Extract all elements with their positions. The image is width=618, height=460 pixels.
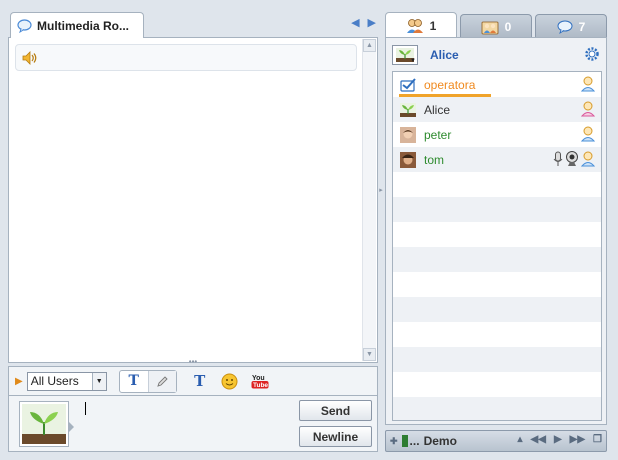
youtube-icon: You Tube xyxy=(251,375,269,389)
chat-messages: ▲ ▼ xyxy=(8,37,378,363)
list-row-empty xyxy=(393,222,601,247)
send-button[interactable]: Send xyxy=(299,400,372,421)
gear-icon[interactable] xyxy=(584,46,600,62)
tab-chats[interactable]: 7 xyxy=(535,14,607,38)
list-row-empty xyxy=(393,197,601,222)
room-tab-label: Multimedia Ro... xyxy=(37,18,130,33)
text-format-button[interactable]: T xyxy=(120,371,148,392)
compose-area: Send Newline xyxy=(8,396,378,452)
expand-arrow-icon[interactable]: ▶ xyxy=(15,376,23,387)
add-icon[interactable]: ✚ xyxy=(390,436,398,447)
list-row-empty xyxy=(393,247,601,272)
text-color-label: T xyxy=(194,372,206,390)
sprout-avatar-icon xyxy=(22,404,66,444)
list-row-empty xyxy=(393,172,601,197)
room-tab[interactable]: Multimedia Ro... xyxy=(10,12,144,38)
message-toolbar: ▶ All Users ▼ T T You Tube xyxy=(8,366,378,396)
format-group: T xyxy=(118,369,177,393)
chat-panel: Multimedia Ro... ◀ ▶ ▲ ▼ ••• ▶ All Users… xyxy=(8,12,378,452)
up-arrow-icon[interactable]: ▴ xyxy=(518,434,523,445)
svg-text:You: You xyxy=(252,375,265,382)
text-cursor xyxy=(85,402,86,415)
vertical-splitter[interactable]: ▸ xyxy=(378,170,384,210)
chevron-down-icon: ▼ xyxy=(410,58,416,64)
users-count: 1 xyxy=(429,18,437,33)
person-icon[interactable] xyxy=(581,126,595,142)
user-icons xyxy=(581,76,595,92)
recipient-select[interactable]: All Users ▼ xyxy=(26,371,107,391)
avatar xyxy=(19,401,74,447)
chat-bubble-icon xyxy=(17,18,32,33)
user-name: operatora xyxy=(424,77,476,92)
newline-button[interactable]: Newline xyxy=(299,426,372,447)
person-icon[interactable] xyxy=(581,76,595,92)
user-panel-tabs: 1 0 7 xyxy=(385,12,607,38)
chat-scrollbar[interactable]: ▲ ▼ xyxy=(362,39,376,361)
tab-users[interactable]: 1 xyxy=(385,12,457,38)
photo-avatar-icon xyxy=(400,151,416,168)
room-indicator-icon xyxy=(401,435,408,447)
smiley-icon xyxy=(221,373,238,389)
recipient-value: All Users xyxy=(30,374,79,388)
user-icons xyxy=(581,126,595,142)
prev-tab-icon[interactable]: ◀ xyxy=(351,16,359,29)
list-item[interactable]: peter xyxy=(393,122,601,147)
my-name: Alice xyxy=(430,48,459,62)
user-name: tom xyxy=(424,152,445,167)
tab-nav: ◀ ▶ xyxy=(351,16,376,29)
user-icons xyxy=(581,101,595,117)
microphone-icon[interactable] xyxy=(553,151,563,167)
message-input[interactable] xyxy=(79,400,291,448)
chevron-down-icon: ▼ xyxy=(91,372,106,390)
speaker-icon[interactable] xyxy=(22,50,38,65)
person-pink-icon[interactable] xyxy=(581,101,595,117)
user-icons xyxy=(553,151,595,167)
sprout-avatar-icon xyxy=(400,102,416,118)
room-bar-controls: ▴ ◀◀ ▶ ▶▶ ❐ xyxy=(518,434,602,445)
fast-forward-icon[interactable]: ▶▶ xyxy=(570,434,585,445)
list-row-empty xyxy=(393,347,601,372)
room-name: Demo xyxy=(423,434,457,448)
user-panel: 1 0 7 ▼ Alice operatora Alice peter tom … xyxy=(385,12,607,452)
room-bar: ✚ ... Demo ▴ ◀◀ ▶ ▶▶ ❐ xyxy=(385,430,607,452)
moderator-check-icon xyxy=(400,77,416,93)
play-icon[interactable]: ▶ xyxy=(554,434,562,445)
list-item[interactable]: operatora xyxy=(393,72,601,97)
chats-count: 7 xyxy=(578,19,586,34)
rooms-count: 0 xyxy=(504,19,512,34)
photo-avatar-icon xyxy=(400,126,416,143)
list-item[interactable]: Alice xyxy=(393,97,601,122)
horizontal-splitter[interactable]: ••• xyxy=(8,358,378,366)
list-row-empty xyxy=(393,372,601,397)
svg-text:Tube: Tube xyxy=(253,382,268,389)
status-picker[interactable]: ▼ xyxy=(392,45,418,65)
pencil-icon xyxy=(156,375,168,387)
webcam-icon[interactable] xyxy=(565,151,579,167)
list-row-empty xyxy=(393,272,601,297)
list-row-empty xyxy=(393,297,601,322)
person-icon[interactable] xyxy=(581,151,595,167)
next-tab-icon[interactable]: ▶ xyxy=(368,16,376,29)
list-row-empty xyxy=(393,397,601,420)
youtube-button[interactable]: You Tube xyxy=(247,370,273,392)
chat-bubble-icon xyxy=(557,20,573,34)
scroll-up-icon[interactable]: ▲ xyxy=(363,39,376,52)
users-icon xyxy=(406,18,423,33)
user-panel-body: ▼ Alice operatora Alice peter tom xyxy=(385,37,607,425)
rewind-icon[interactable]: ◀◀ xyxy=(531,434,546,445)
emoticon-button[interactable] xyxy=(217,370,243,392)
list-item[interactable]: tom xyxy=(393,147,601,172)
restore-window-icon[interactable]: ❐ xyxy=(593,434,602,445)
pencil-button[interactable] xyxy=(147,370,176,392)
list-row-empty xyxy=(393,322,601,347)
my-status-bar: ▼ Alice xyxy=(392,43,600,67)
ellipsis: ... xyxy=(409,434,420,448)
sound-bar xyxy=(15,44,357,71)
rooms-icon xyxy=(481,21,499,34)
user-list: operatora Alice peter tom xyxy=(392,71,602,421)
user-name: peter xyxy=(424,127,452,142)
text-color-button[interactable]: T xyxy=(187,370,213,392)
user-name: Alice xyxy=(424,102,451,117)
tab-rooms[interactable]: 0 xyxy=(460,14,532,38)
